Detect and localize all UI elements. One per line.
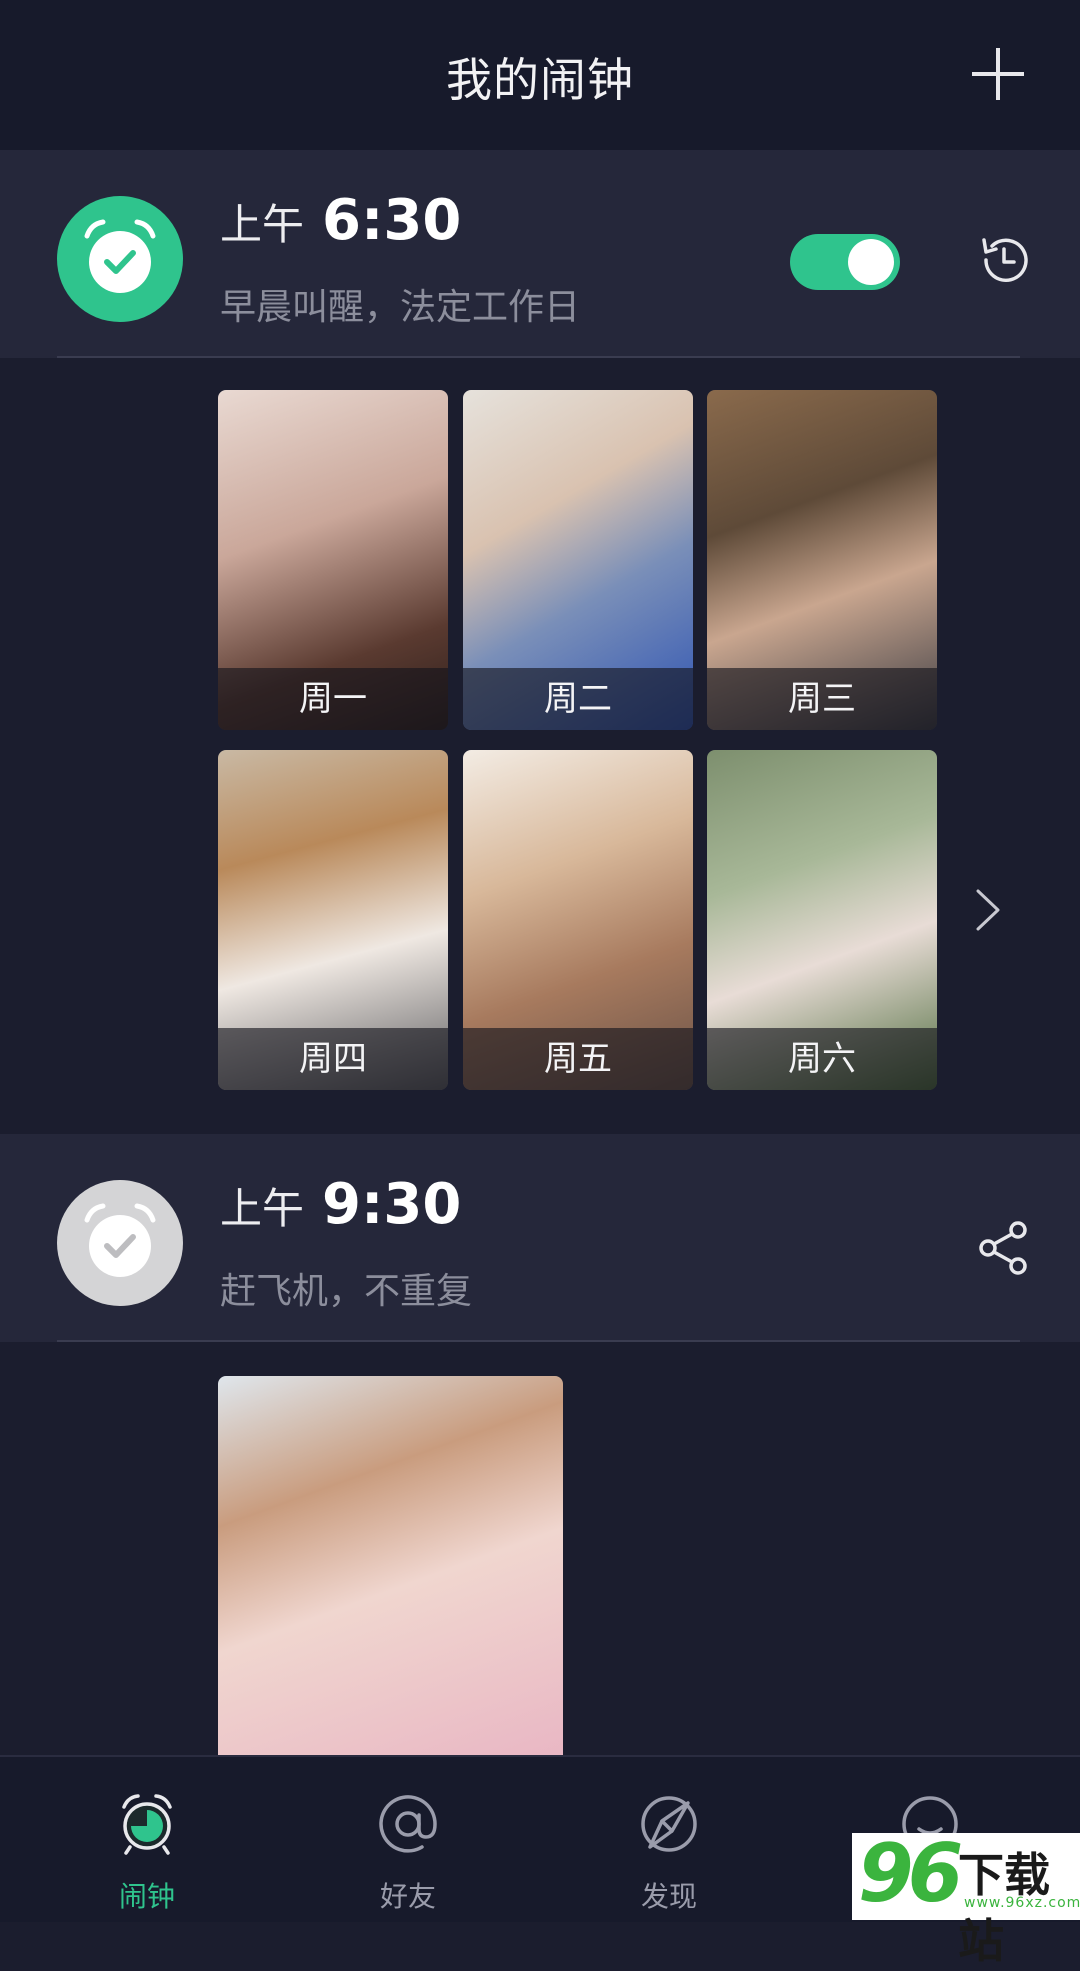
day-label: 周三 [707, 668, 937, 730]
share-button[interactable] [976, 1220, 1032, 1276]
chevron-right-icon[interactable] [970, 885, 1006, 935]
alarm-card-2[interactable]: 上午 9:30 赶飞机，不重复 [0, 1134, 1080, 1342]
alarm-clock-check-icon [57, 196, 183, 322]
wallpaper-thumbnail[interactable]: 周四 [218, 750, 448, 1090]
watermark-url: www.96xz.com [964, 1895, 1080, 1911]
wallpaper-thumbnail[interactable]: 周三 [707, 390, 937, 730]
wallpaper-thumbnail[interactable]: 周一 [218, 390, 448, 730]
alarm-clock-icon [122, 1794, 172, 1855]
alarm-clock-check-icon [57, 1180, 183, 1306]
history-icon [982, 238, 1028, 282]
alarm-ampm: 上午 [220, 200, 305, 249]
wallpaper-thumbnail[interactable] [218, 1376, 563, 1755]
plus-icon [972, 48, 1024, 100]
day-label: 周一 [218, 668, 448, 730]
tab-label: 好友 [379, 1880, 436, 1913]
toggle-knob [848, 239, 894, 285]
alarm-ampm: 上午 [220, 1184, 305, 1233]
day-label: 周四 [218, 1028, 448, 1090]
wallpaper-thumbnail[interactable]: 周五 [463, 750, 693, 1090]
tab-alarm[interactable]: 闹钟 [57, 1757, 237, 1922]
day-label: 周六 [707, 1028, 937, 1090]
history-button[interactable] [976, 232, 1032, 288]
tab-label: 发现 [640, 1880, 697, 1913]
at-sign-icon [379, 1795, 437, 1853]
alarm-toggle[interactable] [790, 234, 900, 290]
day-label: 周五 [463, 1028, 693, 1090]
top-bar: 我的闹钟 [0, 0, 1080, 150]
wallpaper-thumbnail[interactable]: 周二 [463, 390, 693, 730]
tab-discover[interactable]: 发现 [579, 1757, 759, 1922]
tab-label: 闹钟 [118, 1880, 175, 1913]
divider [57, 356, 1020, 358]
alarm-time: 6:30 [322, 188, 462, 253]
alarm-card-1[interactable]: 上午 6:30 早晨叫醒，法定工作日 [0, 150, 1080, 358]
alarm-description: 赶飞机，不重复 [220, 1271, 473, 1312]
divider [57, 1340, 1020, 1342]
watermark-number: 96 [858, 1827, 963, 1920]
alarm-description: 早晨叫醒，法定工作日 [220, 287, 581, 328]
day-label: 周二 [463, 668, 693, 730]
share-icon [979, 1221, 1027, 1275]
tab-friends[interactable]: 好友 [318, 1757, 498, 1922]
page-title: 我的闹钟 [446, 53, 634, 107]
wallpaper-thumbnail[interactable]: 周六 [707, 750, 937, 1090]
compass-icon [641, 1796, 697, 1852]
watermark-logo: 96 下载站 www.96xz.com [852, 1827, 1080, 1968]
alarm-time: 9:30 [322, 1172, 462, 1237]
add-alarm-button[interactable] [968, 44, 1028, 104]
